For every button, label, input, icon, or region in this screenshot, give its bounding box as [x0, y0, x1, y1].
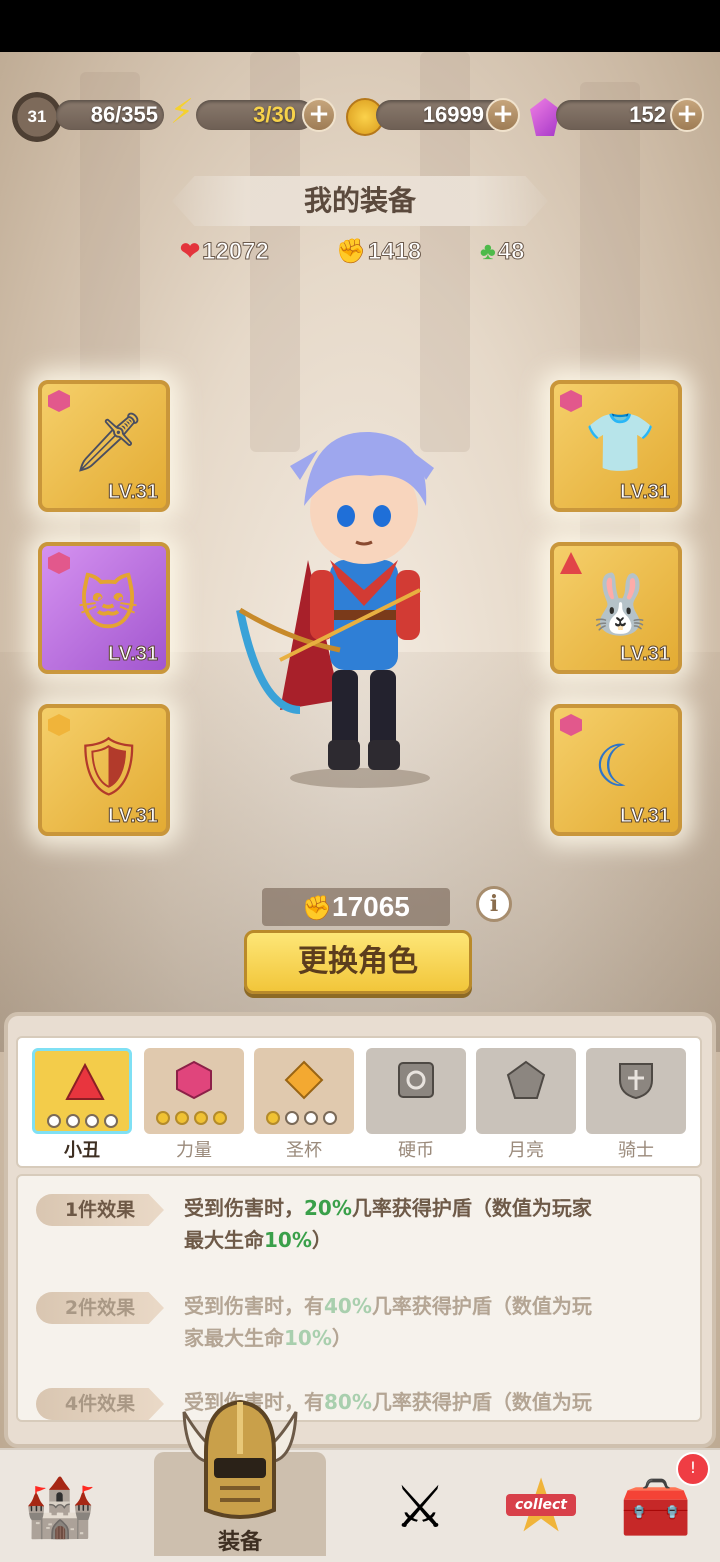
- cat-ear-headband-icon: 🐱: [77, 570, 139, 638]
- luck-stat: ♣48: [480, 236, 525, 268]
- page-title: 我的装备: [172, 176, 548, 226]
- hero-character[interactable]: [220, 410, 500, 790]
- player-level-badge[interactable]: 31: [12, 92, 62, 142]
- change-character-button[interactable]: 更换角色: [244, 930, 472, 994]
- energy-text: 3/30: [253, 102, 296, 127]
- moon-emblem-icon: [506, 1060, 546, 1099]
- effect-tag-2: 2件效果: [36, 1292, 164, 1324]
- slippers-slot[interactable]: 🐰 LV.31: [550, 542, 682, 674]
- earring-slot[interactable]: ☾ LV.31: [550, 704, 682, 836]
- bunny-slippers-icon: 🐰: [584, 570, 657, 638]
- exp-text: 86/355: [90, 102, 158, 127]
- fist-icon: ✊: [336, 238, 366, 265]
- hp-stat: ❤12072: [180, 236, 269, 268]
- set-name-power: 力量: [176, 1140, 212, 1161]
- gem-count: 152: [629, 102, 666, 127]
- collect-button[interactable]: ★ collect: [496, 1466, 586, 1546]
- set-name-grail: 圣杯: [286, 1140, 322, 1161]
- effect-text-2: 受到伤害时，有40%几率获得护盾（数值为玩 家最大生命10%）: [184, 1294, 592, 1350]
- set-tab-clown[interactable]: [32, 1048, 132, 1134]
- heart-icon: ❤: [180, 238, 201, 265]
- power-gem-icon: [48, 552, 70, 574]
- set-effects-list[interactable]: 1件效果 受到伤害时，20%几率获得护盾（数值为玩家 最大生命10%） 2件效果…: [16, 1174, 702, 1422]
- sword-shield-icon[interactable]: ⚔: [370, 1462, 470, 1552]
- set-name-knight: 骑士: [618, 1140, 654, 1161]
- clover-icon: ♣: [480, 238, 496, 265]
- combat-power: ✊17065: [262, 888, 450, 926]
- bracer-icon: 🛡: [72, 732, 146, 800]
- power-gem-icon: [48, 390, 70, 412]
- info-button[interactable]: i: [476, 886, 512, 922]
- effect-tag-4: 4件效果: [36, 1388, 164, 1420]
- knight-helmet-icon[interactable]: [176, 1392, 304, 1524]
- grail-gem-icon: [48, 714, 70, 736]
- clown-emblem-icon: [65, 1063, 105, 1100]
- fist-icon: ✊: [302, 895, 332, 922]
- grail-emblem-icon: [284, 1060, 324, 1100]
- armor-slot[interactable]: 👕 LV.31: [550, 380, 682, 512]
- effect-tag-1: 1件效果: [36, 1194, 164, 1226]
- set-name-clown: 小丑: [64, 1140, 100, 1161]
- armor-icon: 👕: [584, 408, 657, 476]
- effect-text-1: 受到伤害时，20%几率获得护盾（数值为玩家 最大生命10%）: [184, 1196, 592, 1252]
- headband-slot[interactable]: 🐱 LV.31: [38, 542, 170, 674]
- set-tab-knight[interactable]: [586, 1048, 686, 1134]
- set-tab-coin[interactable]: [366, 1048, 466, 1134]
- clown-gem-icon: [560, 552, 582, 574]
- power-gem-icon: [560, 390, 582, 412]
- set-tab-power[interactable]: [144, 1048, 244, 1134]
- add-energy-button[interactable]: +: [302, 98, 336, 132]
- nav-equipment-label[interactable]: 装备: [154, 1524, 326, 1556]
- power-emblem-icon: [176, 1060, 212, 1100]
- set-tab-grail[interactable]: [254, 1048, 354, 1134]
- kunai-icon: 🗡: [72, 408, 146, 476]
- power-gem-icon: [560, 714, 582, 736]
- knight-emblem-icon: [619, 1063, 653, 1100]
- energy-icon: ⚡: [170, 92, 194, 132]
- add-gems-button[interactable]: +: [670, 98, 704, 132]
- coin-count: 16999: [422, 102, 484, 127]
- add-coins-button[interactable]: +: [486, 98, 520, 132]
- weapon-slot[interactable]: 🗡 LV.31: [38, 380, 170, 512]
- bracer-slot[interactable]: 🛡 LV.31: [38, 704, 170, 836]
- set-tab-moon[interactable]: [476, 1048, 576, 1134]
- set-name-coin: 硬币: [398, 1140, 434, 1161]
- notification-bell-icon: !: [676, 1452, 710, 1486]
- attack-stat: ✊1418: [336, 236, 422, 268]
- coin-emblem-icon: [398, 1062, 434, 1098]
- set-name-moon: 月亮: [508, 1140, 544, 1161]
- castle-icon[interactable]: 🏰: [10, 1462, 110, 1552]
- moon-earring-icon: ☾: [594, 732, 646, 800]
